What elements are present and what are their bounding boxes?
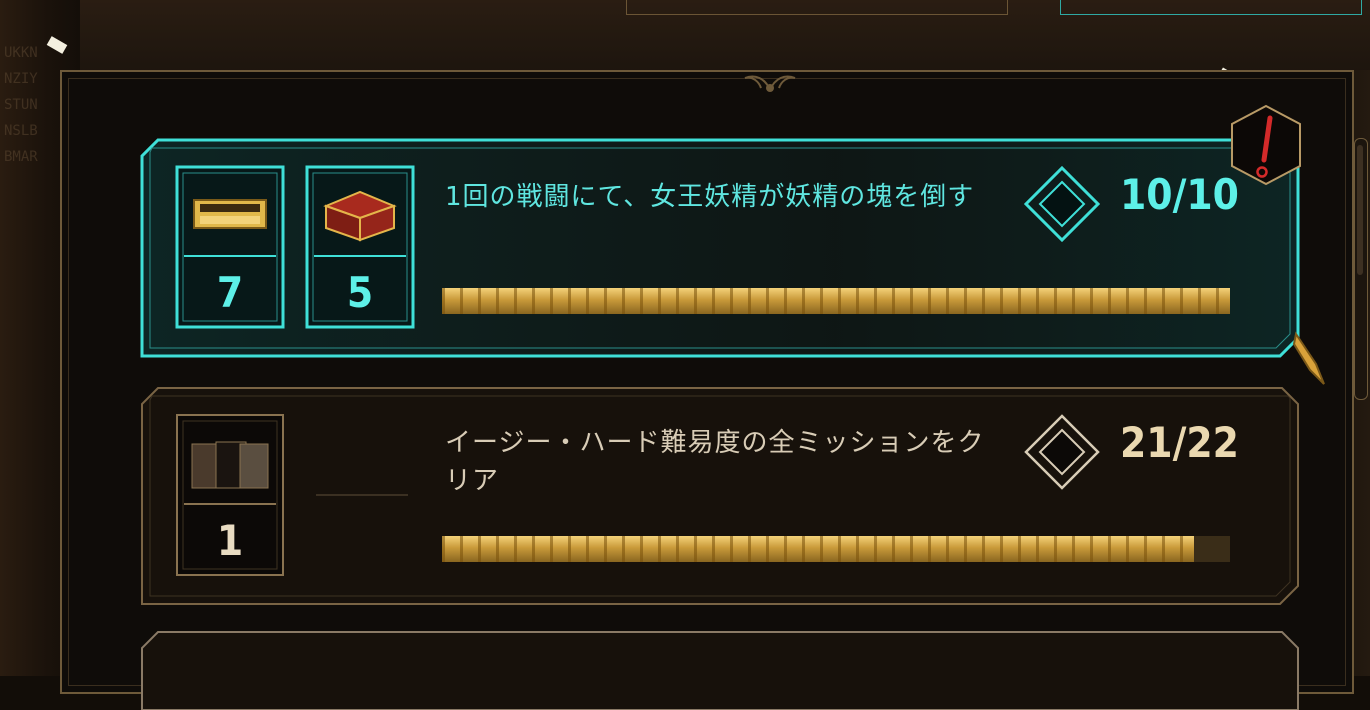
mission-diamond-icon: [1024, 166, 1100, 242]
alert-badge[interactable]: [1228, 104, 1304, 186]
reward-card[interactable]: 5: [304, 164, 416, 330]
mission-progress-fill: [442, 288, 1230, 314]
scrollbar[interactable]: [1354, 138, 1368, 400]
reward-quantity: 7: [216, 268, 244, 317]
mission-row-2[interactable]: 1 イージー・ハード難易度の全ミッションをクリア 21/22: [140, 386, 1300, 606]
quill-cursor-icon: [1292, 331, 1325, 385]
reward-quantity: 5: [346, 268, 374, 317]
reward-quantity: 1: [216, 516, 244, 565]
mission-title: イージー・ハード難易度の全ミッションをクリア: [445, 428, 985, 496]
treasure-chest-icon: [320, 184, 400, 244]
top-tab-frame: [626, 0, 1008, 15]
mission-progress-bar: [442, 536, 1230, 562]
panel-ornament-icon: [744, 75, 796, 92]
mission-progress-bar: [442, 288, 1230, 314]
scrollbar-thumb[interactable]: [1357, 145, 1363, 275]
mission-row-3[interactable]: [140, 630, 1300, 710]
reward-card[interactable]: 7: [174, 164, 286, 330]
top-background: [0, 0, 1370, 72]
card-pack-icon: [190, 432, 270, 492]
mission-title: 1回の戦闘にて、女王妖精が妖精の塊を倒す: [445, 182, 975, 212]
background-glyphs: UKKNNZIYSTUNNSLBBMAR: [4, 45, 38, 165]
reward-placeholder-line: [316, 494, 408, 496]
mission-row-1[interactable]: 7 5 1回の戦闘にて、女王妖精が妖精の塊を倒す 10/10: [140, 138, 1300, 358]
mission-progress-fill: [442, 536, 1195, 562]
reward-card[interactable]: 1: [174, 412, 286, 578]
top-tab-frame-active: [1060, 0, 1362, 15]
ticket-icon: [190, 184, 270, 244]
mission-progress-text: 10/10: [1120, 170, 1239, 219]
mission-diamond-icon: [1024, 414, 1100, 490]
mission-progress-text: 21/22: [1120, 418, 1239, 467]
mission-frame: [141, 631, 1299, 710]
